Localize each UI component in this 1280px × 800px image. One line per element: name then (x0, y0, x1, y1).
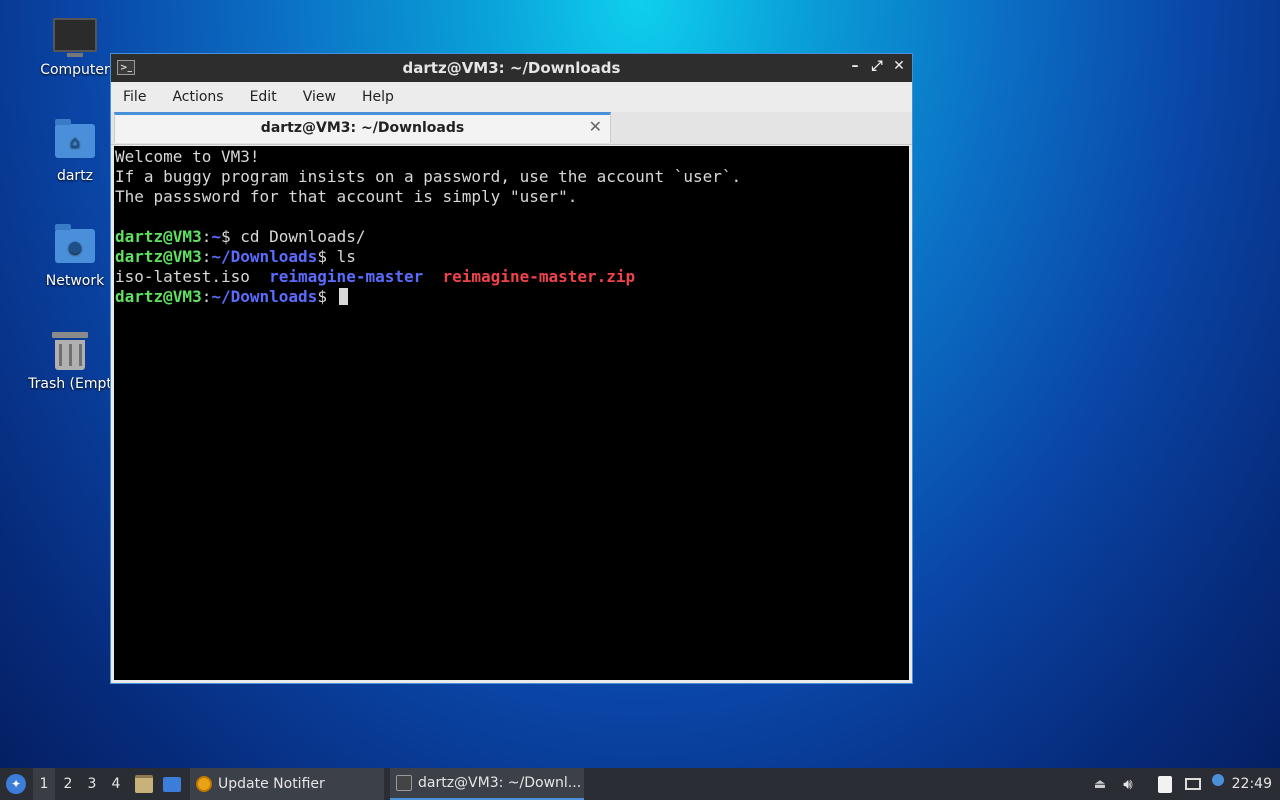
volume-button[interactable]: 🔊︎ (1117, 768, 1139, 800)
task-terminal[interactable]: dartz@VM3: ~/Downl... (390, 768, 584, 800)
prompt-cwd: ~ (211, 227, 221, 246)
terminal-line: The passsword for that account is simply… (115, 187, 578, 206)
tab-terminal[interactable]: dartz@VM3: ~/Downloads ✕ (114, 112, 611, 143)
ls-archive: reimagine-master.zip (442, 267, 636, 286)
ls-file: iso-latest.iso (115, 267, 250, 286)
terminal-command-line: dartz@VM3:~/Downloads$ ls (115, 247, 909, 267)
network-button[interactable] (1182, 768, 1204, 800)
desktop-icon-label: Trash (Empt (28, 376, 112, 392)
menu-actions[interactable]: Actions (165, 89, 230, 105)
update-notifier-icon (196, 776, 212, 792)
updates-tray-button[interactable] (1208, 768, 1228, 800)
menu-bar: File Actions Edit View Help (111, 82, 912, 112)
show-desktop-button[interactable] (160, 768, 184, 800)
terminal-line: Welcome to VM3! (115, 147, 260, 166)
menu-help[interactable]: Help (355, 89, 401, 105)
prompt-cwd: ~/Downloads (211, 287, 318, 306)
workspace-3[interactable]: 3 (81, 768, 103, 800)
trash-icon (48, 332, 92, 372)
terminal-output[interactable]: Welcome to VM3! If a buggy program insist… (114, 146, 909, 680)
clock[interactable]: 22:49 (1232, 768, 1272, 800)
text-cursor (338, 288, 348, 305)
prompt-suffix: $ (317, 247, 337, 266)
terminal-command-line: dartz@VM3:~/Downloads$ (115, 287, 909, 307)
tab-close-icon[interactable]: ✕ (589, 117, 602, 136)
menu-file[interactable]: File (116, 89, 153, 105)
computer-icon (53, 18, 97, 58)
prompt-user: dartz@VM3 (115, 227, 202, 246)
minimize-button[interactable]: – (848, 58, 862, 74)
network-icon (1185, 778, 1201, 790)
tab-label: dartz@VM3: ~/Downloads (260, 120, 465, 136)
start-menu-button[interactable]: ✦ (4, 768, 28, 800)
prompt-suffix: $ (220, 227, 241, 246)
workspace-4[interactable]: 4 (105, 768, 127, 800)
close-button[interactable]: ✕ (892, 58, 906, 74)
menu-view[interactable]: View (296, 89, 343, 105)
prompt-user: dartz@VM3 (115, 247, 202, 266)
terminal-window[interactable]: >_ dartz@VM3: ~/Downloads – ⤢ ✕ File Act… (110, 53, 913, 684)
terminal-icon (396, 775, 412, 791)
prompt-colon: : (201, 287, 212, 306)
tray-eject-button[interactable]: ⏏ (1090, 768, 1110, 800)
menu-edit[interactable]: Edit (243, 89, 284, 105)
clipboard-icon (1158, 775, 1172, 793)
file-manager-icon (135, 775, 153, 793)
prompt-cwd: ~/Downloads (211, 247, 318, 266)
desktop-icon-trash[interactable]: Trash (Empt (20, 332, 120, 392)
prompt-user: dartz@VM3 (115, 287, 202, 306)
ls-output-line: iso-latest.iso reimagine-master reimagin… (115, 267, 909, 287)
info-icon (1212, 774, 1224, 786)
task-label: dartz@VM3: ~/Downl... (418, 775, 582, 791)
network-folder-icon: ● (53, 224, 97, 269)
maximize-button[interactable]: ⤢ (870, 58, 884, 74)
window-title: dartz@VM3: ~/Downloads (402, 59, 621, 77)
prompt-suffix: $ (317, 287, 337, 306)
command-text: ls (336, 247, 356, 266)
task-label: Update Notifier (218, 776, 325, 792)
terminal-command-line: dartz@VM3:~$ cd Downloads/ (115, 227, 909, 247)
window-titlebar[interactable]: >_ dartz@VM3: ~/Downloads – ⤢ ✕ (111, 54, 912, 82)
ls-directory: reimagine-master (269, 267, 424, 286)
terminal-line: If a buggy program insists on a password… (115, 167, 742, 186)
tab-bar: dartz@VM3: ~/Downloads ✕ (111, 112, 912, 145)
home-folder-icon: ⌂ (53, 119, 97, 164)
file-manager-launcher[interactable] (132, 768, 156, 800)
workspace-2[interactable]: 2 (57, 768, 79, 800)
command-text: cd Downloads/ (240, 227, 366, 246)
task-update-notifier[interactable]: Update Notifier (190, 768, 384, 800)
clipboard-button[interactable] (1154, 768, 1176, 800)
prompt-colon: : (201, 227, 212, 246)
eject-icon: ⏏ (1093, 776, 1107, 792)
workspace-1[interactable]: 1 (33, 768, 55, 800)
volume-icon: 🔊︎ (1123, 775, 1133, 793)
start-menu-icon: ✦ (6, 774, 26, 794)
prompt-colon: : (201, 247, 212, 266)
taskbar: ✦ 1 2 3 4 Update Notifier dartz@VM3: ~/D… (0, 768, 1280, 800)
show-desktop-icon (163, 776, 181, 792)
